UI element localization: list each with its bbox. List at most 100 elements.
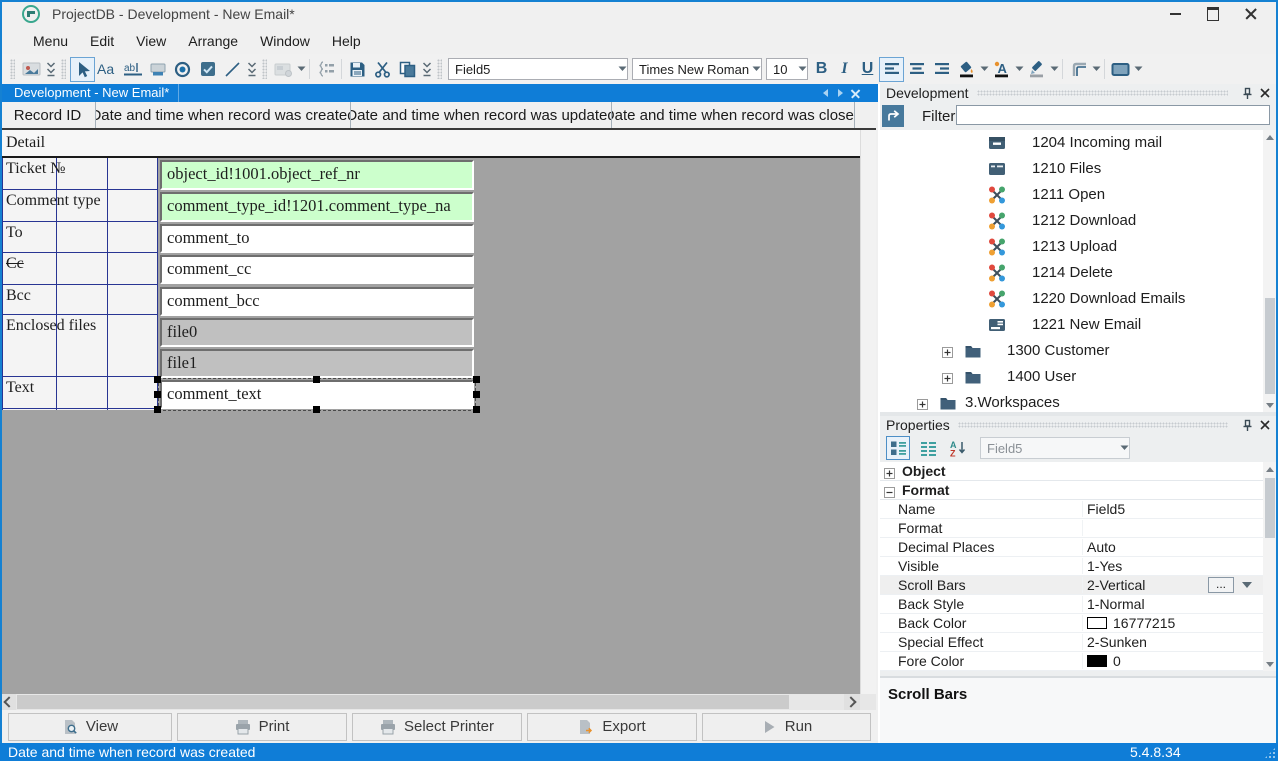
pin-icon[interactable] <box>1240 86 1254 100</box>
design-field-comment-cc[interactable]: comment_cc <box>160 255 474 284</box>
dropdown-icon[interactable] <box>1242 582 1252 588</box>
tab-development-new-email[interactable]: Development - New Email* <box>4 84 179 102</box>
label-tool-button[interactable]: Aa <box>95 57 120 82</box>
expand-icon[interactable] <box>917 397 928 408</box>
font-size-combo[interactable]: 10 <box>766 58 808 80</box>
property-row-fore-color[interactable]: Fore Color0 <box>880 652 1266 671</box>
design-field-comment-bcc[interactable]: comment_bcc <box>160 287 474 316</box>
border-style-button[interactable] <box>1066 57 1091 82</box>
report-image-button[interactable] <box>19 57 44 82</box>
select-tool-button[interactable] <box>70 57 95 82</box>
alphabetical-sort-button[interactable]: AZ <box>946 436 970 460</box>
font-name-combo[interactable]: Times New Roman <box>632 58 762 80</box>
column-header-date-and-time-when-record-was-created[interactable]: Date and time when record was created <box>96 102 351 128</box>
toolbar-overflow-icon[interactable] <box>44 57 57 81</box>
design-field-file0[interactable]: file0 <box>160 318 474 347</box>
bold-button[interactable]: B <box>810 57 833 82</box>
categorized-view-button[interactable] <box>886 436 910 460</box>
column-header-date-and-time-when-record-was-updated[interactable]: Date and time when record was updated <box>351 102 612 128</box>
property-row-back-color[interactable]: Back Color16777215 <box>880 614 1266 633</box>
dropdown-icon[interactable] <box>979 57 989 81</box>
field-selector-combo[interactable]: Field5 <box>448 58 628 80</box>
column-header-date-and-time-when-record-was-closed[interactable]: Date and time when record was closed <box>612 102 855 128</box>
selection-handle[interactable] <box>473 406 480 413</box>
tree-scrollbar[interactable] <box>1263 130 1277 412</box>
dropdown-icon[interactable] <box>296 57 306 81</box>
align-right-button[interactable] <box>929 57 954 82</box>
align-left-button[interactable] <box>879 57 904 82</box>
design-field-comment-to[interactable]: comment_to <box>160 224 474 253</box>
tab-scroll-right-icon[interactable] <box>836 87 845 99</box>
dropdown-icon[interactable] <box>1014 57 1024 81</box>
selection-handle[interactable] <box>473 376 480 383</box>
run-button[interactable]: Run <box>702 713 871 741</box>
align-center-button[interactable] <box>904 57 929 82</box>
canvas-horizontal-scrollbar[interactable] <box>0 694 876 710</box>
selection-handle[interactable] <box>313 376 320 383</box>
design-field-object-id[interactable]: object_id!1001.object_ref_nr <box>160 160 474 190</box>
font-color-button[interactable]: A <box>989 57 1014 82</box>
dropdown-icon[interactable] <box>1133 57 1143 81</box>
print-button[interactable]: Print <box>177 713 347 741</box>
selection-handle[interactable] <box>154 406 161 413</box>
italic-button[interactable]: I <box>833 57 856 82</box>
column-header-record-id[interactable]: Record ID <box>0 102 96 128</box>
selection-handle[interactable] <box>154 376 161 383</box>
scroll-up-icon[interactable] <box>1263 462 1277 476</box>
scroll-down-icon[interactable] <box>1263 657 1277 671</box>
tree-item-1221-new-email[interactable]: 1221 New Email <box>880 312 1278 338</box>
expand-icon[interactable] <box>884 466 895 477</box>
highlight-color-button[interactable] <box>1024 57 1049 82</box>
property-row-format[interactable]: Format <box>880 519 1266 538</box>
scrollbar-thumb[interactable] <box>17 695 789 709</box>
select-printer-button[interactable]: Select Printer <box>352 713 522 741</box>
property-object-combo[interactable]: Field5 <box>980 437 1130 459</box>
line-tool-button[interactable] <box>220 57 245 82</box>
menu-help[interactable]: Help <box>321 29 372 53</box>
tree-item-1211-open[interactable]: 1211 Open <box>880 182 1278 208</box>
menu-arrange[interactable]: Arrange <box>177 29 249 53</box>
scroll-left-icon[interactable] <box>0 694 16 710</box>
selection-handle[interactable] <box>473 391 480 398</box>
property-row-scroll-bars[interactable]: Scroll Bars2-Vertical... <box>880 576 1266 595</box>
field-list-button[interactable] <box>313 57 338 82</box>
navigate-arrow-button[interactable] <box>882 105 904 127</box>
tree-item-1300-customer[interactable]: 1300 Customer <box>880 338 1278 364</box>
design-field-file1[interactable]: file1 <box>160 349 474 378</box>
selection-handle[interactable] <box>154 391 161 398</box>
scrollbar-thumb[interactable] <box>1265 478 1275 538</box>
export-button[interactable]: Export <box>527 713 697 741</box>
scrollbar-thumb[interactable] <box>1265 298 1275 394</box>
scroll-right-icon[interactable] <box>844 694 860 710</box>
minimize-button[interactable] <box>1156 0 1194 28</box>
tree-item-1213-upload[interactable]: 1213 Upload <box>880 234 1278 260</box>
property-row-name[interactable]: NameField5 <box>880 500 1266 519</box>
property-row-decimal-places[interactable]: Decimal PlacesAuto <box>880 538 1266 557</box>
scroll-up-icon[interactable] <box>1263 130 1277 144</box>
resize-grip[interactable] <box>1264 747 1276 759</box>
tab-scroll-left-icon[interactable] <box>821 87 830 99</box>
design-field-comment-type-id[interactable]: comment_type_id!1201.comment_type_na <box>160 192 474 222</box>
tree-item-1212-download[interactable]: 1212 Download <box>880 208 1278 234</box>
menu-view[interactable]: View <box>125 29 177 53</box>
property-row-visible[interactable]: Visible1-Yes <box>880 557 1266 576</box>
property-row-special-effect[interactable]: Special Effect2-Sunken <box>880 633 1266 652</box>
property-row-back-style[interactable]: Back Style1-Normal <box>880 595 1266 614</box>
copy-button[interactable] <box>395 57 420 82</box>
list-view-button[interactable] <box>916 436 940 460</box>
property-section-format[interactable]: Format <box>880 481 1266 500</box>
tree-item-1214-delete[interactable]: 1214 Delete <box>880 260 1278 286</box>
close-window-button[interactable] <box>1232 0 1270 28</box>
dropdown-icon[interactable] <box>1091 57 1101 81</box>
button-tool-button[interactable] <box>145 57 170 82</box>
tree-item-1210-files[interactable]: 1210 Files <box>880 156 1278 182</box>
pin-icon[interactable] <box>1240 418 1254 432</box>
design-canvas[interactable]: Detail Ticket №Comment typeToCcBccEnclos… <box>0 130 876 694</box>
canvas-vertical-scrollbar[interactable] <box>860 130 876 694</box>
filter-input[interactable] <box>956 105 1270 125</box>
collapse-icon[interactable] <box>884 485 895 496</box>
property-section-object[interactable]: Object <box>880 462 1266 481</box>
image-button-tool[interactable] <box>271 57 296 82</box>
tree-item-3-workspaces[interactable]: 3.Workspaces <box>880 390 1278 412</box>
close-panel-icon[interactable] <box>1258 86 1272 100</box>
